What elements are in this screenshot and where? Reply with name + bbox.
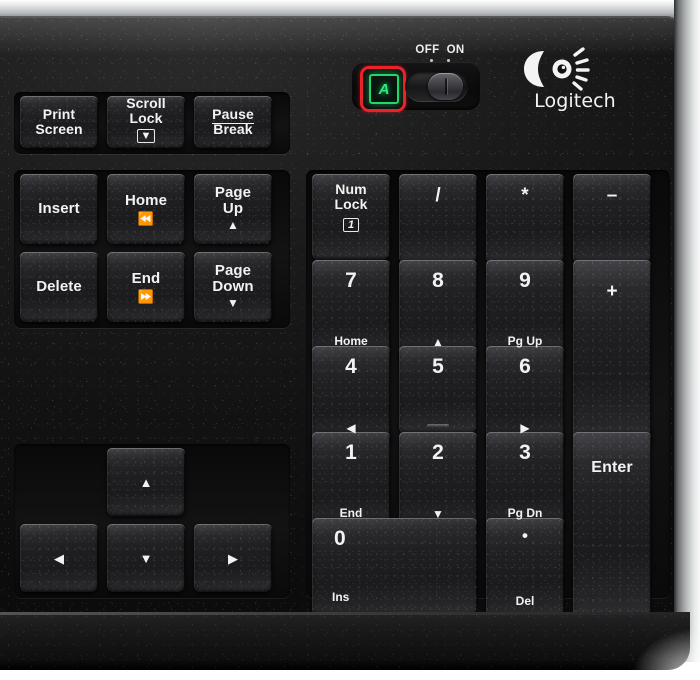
key-insert[interactable]: Insert xyxy=(20,174,98,244)
skip-start-icon: ⏪ xyxy=(137,210,155,226)
key-end[interactable]: End ⏩ xyxy=(107,252,185,322)
power-switch-dots xyxy=(405,59,475,65)
power-switch-labels: OFF ON xyxy=(405,44,475,58)
skip-end-icon: ⏩ xyxy=(137,288,155,304)
home-row-bump xyxy=(427,424,449,427)
key-numpad-decimal[interactable]: • Del xyxy=(486,518,564,620)
key-numpad-3[interactable]: 3 Pg Dn xyxy=(486,432,564,532)
logitech-comet-icon xyxy=(524,47,590,91)
key-numpad-add[interactable]: + xyxy=(573,260,651,446)
power-switch-knob[interactable] xyxy=(428,73,463,100)
key-arrow-down[interactable]: ▼ xyxy=(107,524,185,592)
keyboard-front-lip xyxy=(0,612,690,670)
num-lock-boxed-1-icon: 1 xyxy=(343,215,359,233)
key-page-down[interactable]: Page Down ▼ xyxy=(194,252,272,322)
key-numpad-subtract[interactable]: – xyxy=(573,174,651,264)
up-triangle-icon: ▲ xyxy=(227,217,239,232)
down-triangle-icon: ▼ xyxy=(432,507,444,521)
keyboard-photo: A OFF ON Logitech Print Screen Scroll Lo… xyxy=(0,0,700,680)
front-lip-highlight xyxy=(0,612,690,615)
left-triangle-icon: ◀ xyxy=(54,550,64,566)
key-delete[interactable]: Delete xyxy=(20,252,98,322)
right-triangle-icon: ▶ xyxy=(520,421,530,435)
key-pause-break[interactable]: Pause Break xyxy=(194,96,272,148)
key-numpad-5[interactable]: 5 xyxy=(399,346,477,434)
up-triangle-icon: ▲ xyxy=(139,474,153,490)
key-arrow-left[interactable]: ◀ xyxy=(20,524,98,592)
key-numpad-1[interactable]: 1 End xyxy=(312,432,390,532)
down-triangle-icon: ▼ xyxy=(139,550,153,566)
key-numpad-divide[interactable]: / xyxy=(399,174,477,264)
key-home[interactable]: Home ⏪ xyxy=(107,174,185,244)
key-num-lock[interactable]: Num Lock 1 xyxy=(312,174,390,260)
key-numpad-9[interactable]: 9 Pg Up xyxy=(486,260,564,360)
power-on-label: ON xyxy=(446,44,465,56)
key-scroll-lock[interactable]: Scroll Lock ▼ xyxy=(107,96,185,148)
key-print-screen[interactable]: Print Screen xyxy=(20,96,98,148)
key-numpad-multiply[interactable]: * xyxy=(486,174,564,264)
key-numpad-0[interactable]: 0 Ins xyxy=(312,518,477,616)
logitech-wordmark: Logitech xyxy=(534,90,616,112)
right-bezel xyxy=(674,0,700,662)
scroll-lock-boxed-down-arrow-icon: ▼ xyxy=(137,126,155,144)
key-arrow-right[interactable]: ▶ xyxy=(194,524,272,592)
power-off-label: OFF xyxy=(415,44,440,56)
up-triangle-icon: ▲ xyxy=(432,335,444,349)
key-arrow-up[interactable]: ▲ xyxy=(107,448,185,516)
logitech-logo: Logitech xyxy=(520,46,630,118)
key-page-up[interactable]: Page Up ▲ xyxy=(194,174,272,244)
key-numpad-enter[interactable]: Enter xyxy=(573,432,651,622)
caps-lock-led-icon: A xyxy=(369,74,399,104)
down-triangle-icon: ▼ xyxy=(227,295,239,310)
left-triangle-icon: ◀ xyxy=(346,421,356,435)
key-numpad-7[interactable]: 7 Home xyxy=(312,260,390,360)
right-triangle-icon: ▶ xyxy=(228,550,238,566)
